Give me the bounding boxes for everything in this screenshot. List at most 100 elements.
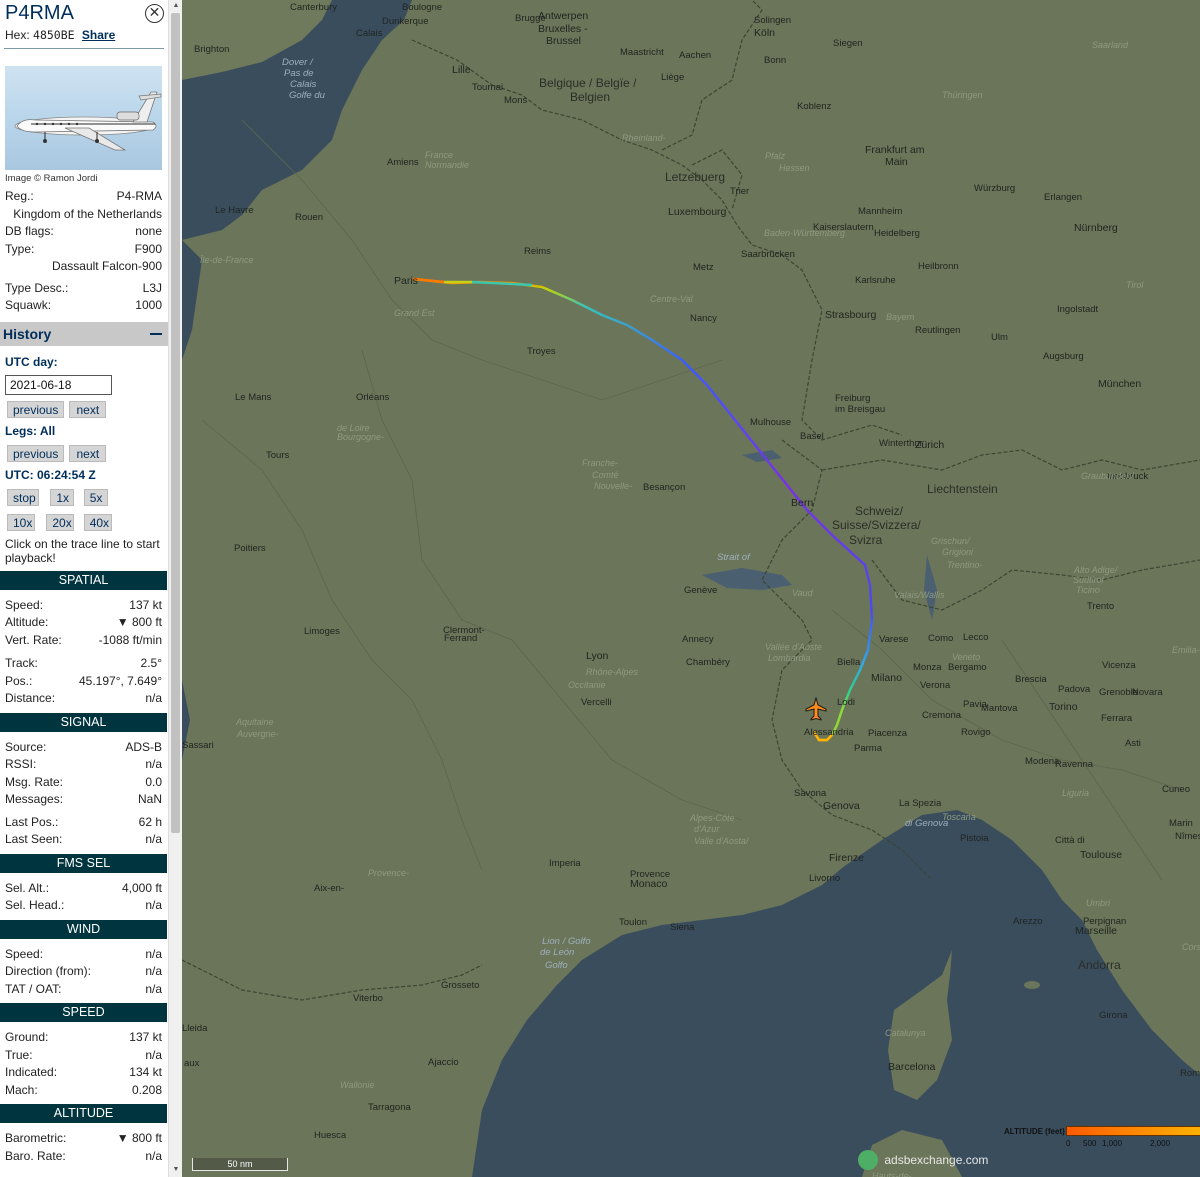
map-label: Erlangen — [1044, 192, 1083, 203]
map-label: Trier — [730, 186, 750, 197]
map-label: Normandie — [425, 160, 470, 170]
map-label: Solingen — [754, 15, 791, 26]
map-label: Koblenz — [797, 101, 832, 112]
map-label: de León — [540, 947, 575, 958]
section-header-signal[interactable]: SIGNAL — [0, 712, 167, 732]
spatial-key: Altitude: — [5, 615, 49, 629]
map-label: Grischun/ — [931, 536, 970, 546]
altitude-tick: 1,000 — [1102, 1139, 1123, 1148]
collapse-icon[interactable] — [150, 332, 162, 335]
aircraft-icon[interactable] — [805, 697, 827, 721]
history-header[interactable]: History — [0, 321, 168, 346]
map-label: Tournai — [472, 82, 504, 93]
section-header-altitude[interactable]: ALTITUDE — [0, 1104, 167, 1123]
map-label: Letzebuerg — [665, 170, 726, 184]
speed-20x-button[interactable]: 20x — [46, 513, 75, 531]
hex-label: Hex: — [5, 28, 30, 42]
wind-value: n/a — [145, 981, 162, 996]
speed-1x-button[interactable]: 1x — [50, 488, 75, 506]
map-label: Comté — [592, 470, 619, 480]
sidebar-scrollbar[interactable]: ▲ ▼ — [168, 0, 182, 1177]
speed-key: True: — [5, 1047, 33, 1062]
map-label: Varese — [879, 634, 909, 645]
map-label: Emilia-Romagna — [1172, 645, 1200, 655]
detail-row: Kingdom of the Netherlands — [0, 205, 168, 223]
aircraft-info-sidebar: P4RMA ✕ Hex: 4850BE Share Image © Ramon … — [0, 0, 168, 1177]
map-label: Calais — [290, 79, 317, 90]
share-link[interactable]: Share — [82, 28, 115, 42]
map-label: Siena — [670, 922, 695, 933]
spatial-key: Pos.: — [5, 673, 33, 688]
image-credit: Image © Ramon Jordi — [5, 173, 98, 184]
detail-value: L3J — [142, 280, 162, 295]
speed-10x-button[interactable]: 10x — [7, 513, 35, 531]
section-header-wind[interactable]: WIND — [0, 919, 167, 939]
map-label: Golfo — [545, 960, 568, 971]
map-label: Monza — [913, 662, 942, 673]
map-label: Mannheim — [858, 206, 903, 217]
utc-time: UTC: 06:24:54 Z — [5, 467, 96, 482]
scroll-thumb[interactable] — [171, 13, 180, 833]
map-label: Monaco — [630, 878, 668, 890]
map-label: Reutlingen — [915, 325, 961, 336]
map-label: Saarbrücken — [741, 249, 795, 260]
scroll-up-icon[interactable]: ▲ — [169, 0, 183, 12]
section-header-spatial[interactable]: SPATIAL — [0, 570, 167, 590]
map-label: Lleida — [182, 1023, 208, 1034]
aircraft-photo[interactable] — [5, 66, 162, 170]
map-label: Trentino- — [947, 560, 983, 570]
wind-row: TAT / OAT: n/a — [0, 980, 168, 998]
close-icon[interactable]: ✕ — [145, 4, 164, 23]
map-label: Corse — [1182, 942, 1200, 952]
leg-nav: previous next — [0, 444, 168, 467]
map-label: Bruxelles - — [538, 23, 588, 35]
speed-5x-button[interactable]: 5x — [83, 488, 108, 506]
map-label: Wallonie — [340, 1080, 375, 1090]
map-label: Grigioni — [942, 547, 974, 557]
altitude-tick: 0 — [1066, 1139, 1071, 1148]
playback-hint: Click on the trace line to start playbac… — [5, 536, 160, 565]
detail-value: 1000 — [135, 298, 162, 312]
map-label: Freiburg — [835, 393, 871, 404]
map-label: Ingolstadt — [1057, 304, 1099, 315]
next-leg-button[interactable]: next — [69, 444, 107, 462]
previous-leg-button[interactable]: previous — [7, 444, 64, 462]
map-label: Boulogne — [402, 2, 443, 13]
detail-value: F900 — [134, 241, 162, 256]
scroll-down-icon[interactable]: ▼ — [169, 1164, 183, 1176]
previous-day-button[interactable]: previous — [7, 400, 64, 418]
fms-key: Sel. Alt.: — [5, 880, 50, 895]
speed-40x-button[interactable]: 40x — [83, 513, 112, 531]
aircraft-details: Reg.: P4-RMA Kingdom of the Netherlands DB … — [0, 187, 168, 314]
map-label: Zürich — [915, 439, 945, 451]
map-label: Rouen — [295, 212, 323, 223]
speed-key: Mach: — [5, 1082, 38, 1097]
aircraft-callsign: P4RMA — [5, 2, 74, 24]
map-label: Bern — [791, 497, 814, 509]
map-label: Mantova — [981, 703, 1018, 714]
section-header-fms[interactable]: FMS SEL — [0, 853, 167, 873]
map-label: Bonn — [764, 55, 787, 66]
map-label: Dunkerque — [382, 16, 429, 27]
detail-key: Squawk: — [5, 298, 52, 312]
signal-key: Messages: — [5, 792, 64, 806]
detail-key: DB flags: — [5, 224, 54, 238]
spatial-value: ▼ 800 ft — [116, 615, 162, 629]
spatial-value: 137 kt — [129, 597, 162, 612]
map-label: d'Azur — [694, 824, 720, 834]
map-label: Milano — [871, 672, 902, 684]
attribution[interactable]: adsbexchange.com — [858, 1150, 988, 1170]
spatial-row: Track: 2.5° — [0, 654, 168, 672]
section-header-speed[interactable]: SPEED — [0, 1003, 167, 1022]
signal-value: n/a — [145, 757, 162, 771]
map-label: Girona — [1099, 1010, 1128, 1021]
detail-value: Kingdom of the Netherlands — [13, 206, 162, 221]
detail-value: P4-RMA — [116, 189, 162, 203]
attribution-text: adsbexchange.com — [884, 1153, 989, 1167]
stop-button[interactable]: stop — [7, 488, 39, 506]
map-view[interactable]: Canterbury Boulogne Brugge Antwerpen Bruxell… — [182, 0, 1200, 1177]
date-input[interactable] — [5, 374, 112, 395]
next-day-button[interactable]: next — [69, 400, 107, 418]
map-label: Genève — [684, 585, 718, 596]
spatial-key: Speed: — [5, 597, 44, 612]
